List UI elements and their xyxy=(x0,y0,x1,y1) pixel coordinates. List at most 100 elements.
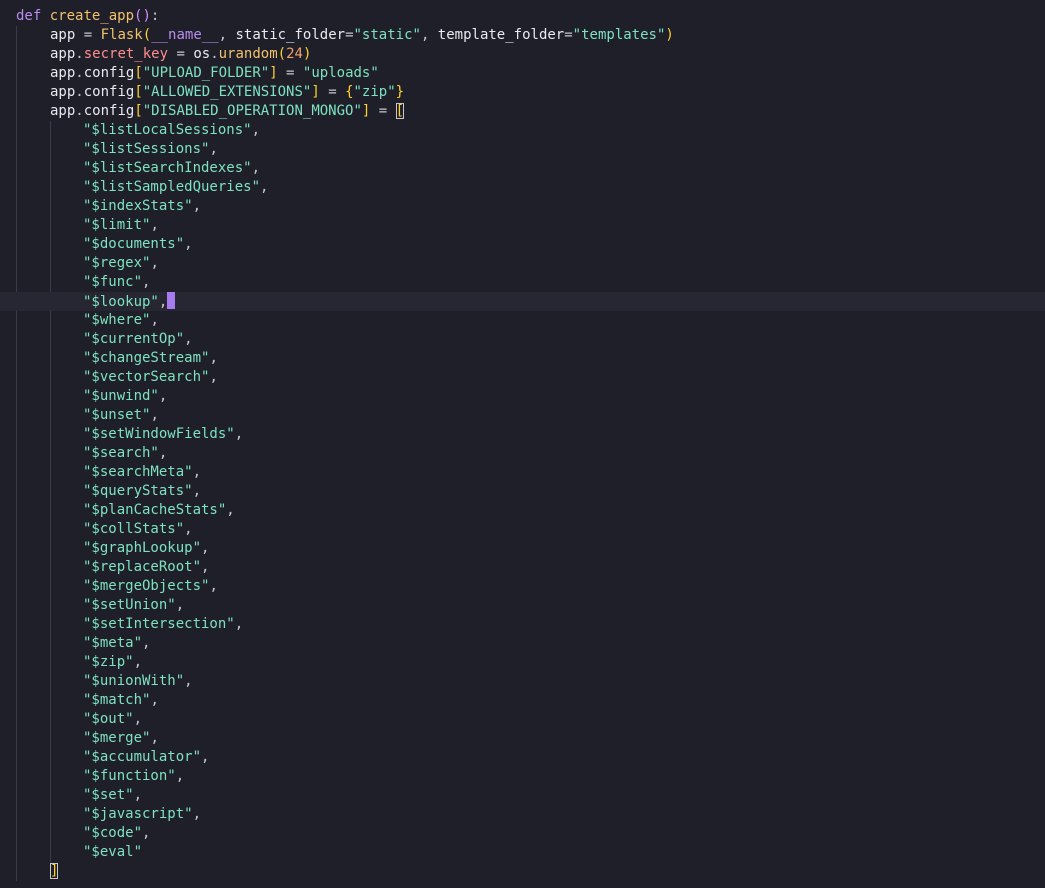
operator-string: "$listSessions" xyxy=(83,141,210,157)
operator-string: "$indexStats" xyxy=(83,198,193,214)
value-templates: "templates" xyxy=(572,27,666,43)
code-line-operator[interactable]: "$unionWith", xyxy=(0,672,1045,691)
value-zip: "zip" xyxy=(353,84,396,100)
code-line-flask[interactable]: app = Flask(__name__, static_folder="sta… xyxy=(0,26,1045,45)
code-line-upload-folder[interactable]: app.config["UPLOAD_FOLDER"] = "uploads" xyxy=(0,64,1045,83)
code-line-def[interactable]: def create_app(): xyxy=(0,7,1045,26)
code-line-operator[interactable]: "$mergeObjects", xyxy=(0,577,1045,596)
code-line-operator[interactable]: "$where", xyxy=(0,311,1045,330)
operator-string: "$lookup" xyxy=(83,294,159,310)
code-line-operator[interactable]: "$unset", xyxy=(0,406,1045,425)
comma: , xyxy=(158,445,168,461)
code-line-operator[interactable]: "$meta", xyxy=(0,634,1045,653)
comma: , xyxy=(142,825,151,841)
operator-string: "$where" xyxy=(83,312,151,328)
value-uploads: "uploads" xyxy=(302,65,379,81)
comma: , xyxy=(133,711,143,727)
comma: , xyxy=(150,217,159,233)
operator-string: "$graphLookup" xyxy=(83,540,202,556)
code-line-operator[interactable]: "$limit", xyxy=(0,216,1045,235)
code-line-operator[interactable]: "$merge", xyxy=(0,729,1045,748)
code-line-operator[interactable]: "$graphLookup", xyxy=(0,539,1045,558)
code-line-operator[interactable]: "$setUnion", xyxy=(0,596,1045,615)
code-line-operator[interactable]: "$search", xyxy=(0,444,1045,463)
code-line-operator[interactable]: "$out", xyxy=(0,710,1045,729)
comma: , xyxy=(209,369,218,385)
code-line-operator[interactable]: "$function", xyxy=(0,767,1045,786)
code-line-operator[interactable]: "$set", xyxy=(0,786,1045,805)
operator-string: "$unset" xyxy=(83,407,151,423)
attr-config: config xyxy=(83,103,135,119)
code-line-close-bracket[interactable]: ] xyxy=(0,862,1045,881)
code-line-operator[interactable]: "$setWindowFields", xyxy=(0,425,1045,444)
function-name: create_app xyxy=(49,8,135,24)
comma: , xyxy=(201,559,210,575)
comma: , xyxy=(209,141,218,157)
code-line-operator[interactable]: "$regex", xyxy=(0,254,1045,273)
operator-string: "$regex" xyxy=(83,255,151,271)
code-line-operator[interactable]: "$javascript", xyxy=(0,805,1045,824)
code-line-operator[interactable]: "$listSearchIndexes", xyxy=(0,159,1045,178)
comma: , xyxy=(150,407,159,423)
code-line-operator[interactable]: "$documents", xyxy=(0,235,1045,254)
comma: , xyxy=(192,806,202,822)
kwarg-static-folder: static_folder xyxy=(235,27,346,43)
code-line-operator[interactable]: "$listLocalSessions", xyxy=(0,121,1045,140)
code-line-operator[interactable]: "$listSessions", xyxy=(0,140,1045,159)
key-allowed-extensions: "ALLOWED_EXTENSIONS" xyxy=(142,84,312,100)
code-line-operator[interactable]: "$indexStats", xyxy=(0,197,1045,216)
code-line-secret-key[interactable]: app.secret_key = os.urandom(24) xyxy=(0,45,1045,64)
code-line-operator[interactable]: "$eval" xyxy=(0,843,1045,862)
operator-string: "$listSearchIndexes" xyxy=(83,160,252,176)
var-app: app xyxy=(50,84,76,100)
comma: , xyxy=(251,160,261,176)
operator-string: "$planCacheStats" xyxy=(83,502,227,518)
comma: , xyxy=(142,274,151,290)
code-line-allowed-extensions[interactable]: app.config["ALLOWED_EXTENSIONS"] = {"zip… xyxy=(0,83,1045,102)
comma: , xyxy=(201,749,210,765)
key-disabled-operation-mongo: "DISABLED_OPERATION_MONGO" xyxy=(142,103,362,119)
operator-string: "$meta" xyxy=(83,635,143,651)
code-line-operator[interactable]: "$queryStats", xyxy=(0,482,1045,501)
code-editor[interactable]: def create_app(): app = Flask(__name__, … xyxy=(0,0,1045,888)
operator-string: "$out" xyxy=(83,711,134,727)
code-line-operator[interactable]: "$collStats", xyxy=(0,520,1045,539)
code-line-operator[interactable]: "$setIntersection", xyxy=(0,615,1045,634)
comma: , xyxy=(184,236,193,252)
code-line-operator[interactable]: "$searchMeta", xyxy=(0,463,1045,482)
code-line-disabled-operation[interactable]: app.config["DISABLED_OPERATION_MONGO"] =… xyxy=(0,102,1045,121)
list-close-bracket: ] xyxy=(50,863,59,879)
code-line-operator[interactable]: "$planCacheStats", xyxy=(0,501,1045,520)
comma: , xyxy=(133,787,143,803)
code-line-operator[interactable]: "$accumulator", xyxy=(0,748,1045,767)
comma: , xyxy=(175,768,185,784)
operator-string: "$unwind" xyxy=(83,388,159,404)
comma: , xyxy=(192,198,202,214)
comma: , xyxy=(175,597,185,613)
code-line-operator[interactable]: "$lookup", xyxy=(0,292,1045,311)
comma: , xyxy=(201,540,210,556)
operator-string: "$listSampledQueries" xyxy=(83,179,261,195)
code-line-operator[interactable]: "$changeStream", xyxy=(0,349,1045,368)
comma: , xyxy=(260,179,269,195)
operator-string: "$match" xyxy=(83,692,151,708)
comma: , xyxy=(184,673,193,689)
operator-string: "$zip" xyxy=(83,654,134,670)
arg-name: __name__ xyxy=(151,27,219,43)
code-line-operator[interactable]: "$zip", xyxy=(0,653,1045,672)
comma: , xyxy=(209,350,218,366)
code-line-operator[interactable]: "$func", xyxy=(0,273,1045,292)
operator-string: "$merge" xyxy=(83,730,151,746)
code-line-operator[interactable]: "$vectorSearch", xyxy=(0,368,1045,387)
code-line-operator[interactable]: "$unwind", xyxy=(0,387,1045,406)
code-line-operator[interactable]: "$currentOp", xyxy=(0,330,1045,349)
code-line-operator[interactable]: "$listSampledQueries", xyxy=(0,178,1045,197)
operator-string: "$setWindowFields" xyxy=(83,426,235,442)
operator-string: "$accumulator" xyxy=(83,749,202,765)
operator-string: "$vectorSearch" xyxy=(83,369,210,385)
code-line-operator[interactable]: "$replaceRoot", xyxy=(0,558,1045,577)
call-flask: Flask xyxy=(100,27,143,43)
code-line-operator[interactable]: "$code", xyxy=(0,824,1045,843)
code-line-operator[interactable]: "$match", xyxy=(0,691,1045,710)
operator-assign: = xyxy=(75,27,101,43)
